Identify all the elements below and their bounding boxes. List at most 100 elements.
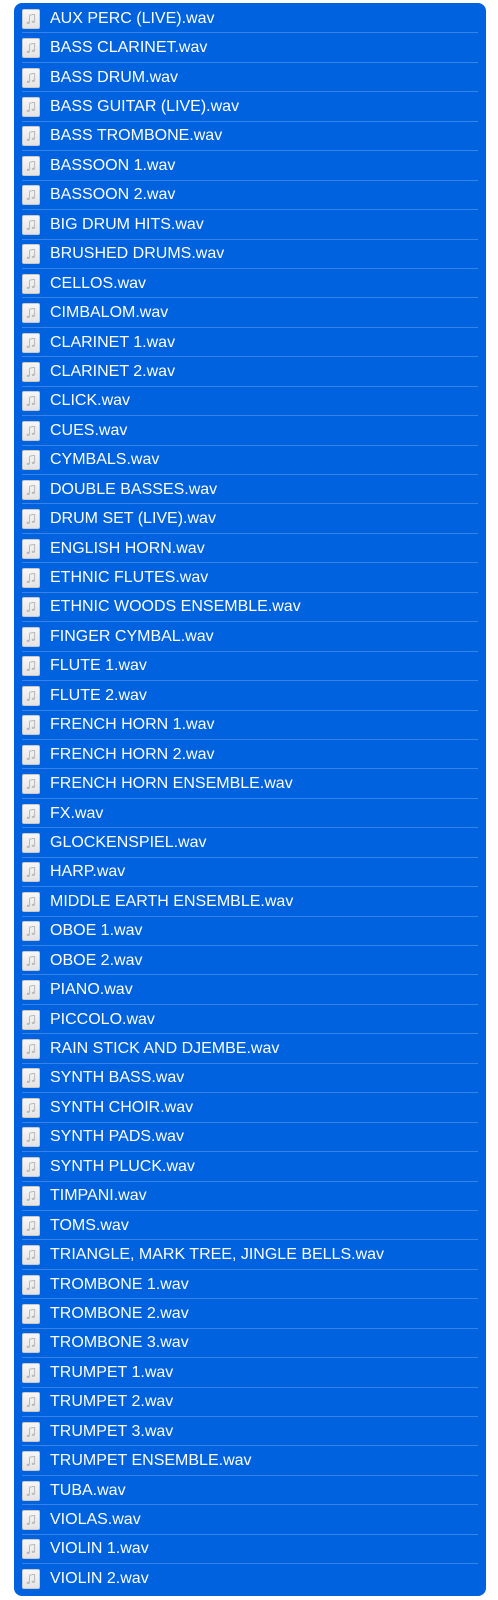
file-row[interactable]: VIOLIN 1.wav (14, 1535, 486, 1565)
file-name: TOMS.wav (50, 1216, 129, 1234)
file-row[interactable]: PICCOLO.wav (14, 1005, 486, 1035)
file-name: BASSOON 1.wav (50, 156, 176, 174)
file-row[interactable]: SYNTH PADS.wav (14, 1123, 486, 1153)
file-row[interactable]: BRUSHED DRUMS.wav (14, 240, 486, 270)
audio-file-icon (22, 420, 40, 441)
file-row[interactable]: AUX PERC (LIVE).wav (14, 4, 486, 34)
file-row[interactable]: BASS GUITAR (LIVE).wav (14, 92, 486, 123)
file-row[interactable]: GLOCKENSPIEL.wav (14, 828, 486, 859)
file-name: ENGLISH HORN.wav (50, 539, 205, 557)
audio-file-icon (22, 1568, 40, 1589)
file-row[interactable]: DOUBLE BASSES.wav (14, 475, 486, 505)
file-row[interactable]: OBOE 2.wav (14, 946, 486, 976)
file-row[interactable]: CLARINET 2.wav (14, 357, 486, 388)
file-row[interactable]: TRUMPET ENSEMBLE.wav (14, 1446, 486, 1477)
file-row[interactable]: TRUMPET 3.wav (14, 1417, 486, 1447)
file-row[interactable]: TRUMPET 1.wav (14, 1358, 486, 1389)
audio-file-icon (22, 303, 40, 324)
file-row[interactable]: CLARINET 1.wav (14, 328, 486, 358)
audio-file-icon (22, 1068, 40, 1089)
file-row[interactable]: VIOLAS.wav (14, 1505, 486, 1536)
file-row[interactable]: BASSOON 2.wav (14, 181, 486, 211)
audio-file-icon (22, 832, 40, 853)
file-name: TRIANGLE, MARK TREE, JINGLE BELLS.wav (50, 1246, 385, 1264)
audio-file-icon (22, 361, 40, 382)
file-row[interactable]: PIANO.wav (14, 975, 486, 1006)
file-row[interactable]: RAIN STICK AND DJEMBE.wav (14, 1034, 486, 1065)
file-row[interactable]: SYNTH PLUCK.wav (14, 1152, 486, 1182)
file-name: CLICK.wav (50, 392, 131, 410)
audio-file-icon (22, 185, 40, 206)
file-row[interactable]: BASSOON 1.wav (14, 151, 486, 182)
file-row[interactable]: TRIANGLE, MARK TREE, JINGLE BELLS.wav (14, 1240, 486, 1271)
file-row[interactable]: OBOE 1.wav (14, 917, 486, 947)
audio-file-icon (22, 1333, 40, 1354)
audio-file-icon (22, 1274, 40, 1295)
file-row[interactable]: FX.wav (14, 799, 486, 829)
file-name: CYMBALS.wav (50, 451, 160, 469)
audio-file-icon (22, 1127, 40, 1148)
file-row[interactable]: TROMBONE 3.wav (14, 1329, 486, 1359)
file-name: ETHNIC WOODS ENSEMBLE.wav (50, 598, 301, 616)
file-row[interactable]: CELLOS.wav (14, 269, 486, 299)
file-name: TRUMPET 3.wav (50, 1422, 174, 1440)
file-row[interactable]: FRENCH HORN 2.wav (14, 740, 486, 770)
file-row[interactable]: CLICK.wav (14, 387, 486, 417)
file-name: CELLOS.wav (50, 274, 147, 292)
file-row[interactable]: FRENCH HORN ENSEMBLE.wav (14, 769, 486, 800)
file-name: VIOLIN 2.wav (50, 1569, 149, 1587)
file-row[interactable]: DRUM SET (LIVE).wav (14, 504, 486, 535)
audio-file-icon (22, 1215, 40, 1236)
audio-file-icon (22, 214, 40, 235)
audio-file-icon (22, 155, 40, 176)
file-row[interactable]: FINGER CYMBAL.wav (14, 622, 486, 653)
file-name: OBOE 2.wav (50, 951, 143, 969)
file-row[interactable]: TIMPANI.wav (14, 1182, 486, 1212)
file-row[interactable]: MIDDLE EARTH ENSEMBLE.wav (14, 887, 486, 918)
audio-file-icon (22, 950, 40, 971)
file-row[interactable]: FLUTE 2.wav (14, 681, 486, 711)
file-row[interactable]: CYMBALS.wav (14, 446, 486, 476)
file-row[interactable]: ENGLISH HORN.wav (14, 534, 486, 564)
file-name: FRENCH HORN 1.wav (50, 716, 215, 734)
audio-file-icon (22, 803, 40, 824)
file-name: BASS CLARINET.wav (50, 39, 208, 57)
file-name: TRUMPET ENSEMBLE.wav (50, 1452, 252, 1470)
file-row[interactable]: BASS DRUM.wav (14, 63, 486, 93)
audio-file-icon (22, 126, 40, 147)
file-row[interactable]: TOMS.wav (14, 1211, 486, 1241)
file-name: SYNTH CHOIR.wav (50, 1098, 194, 1116)
file-name: SYNTH BASS.wav (50, 1069, 185, 1087)
file-row[interactable]: BASS TROMBONE.wav (14, 122, 486, 152)
file-row[interactable]: ETHNIC WOODS ENSEMBLE.wav (14, 593, 486, 623)
file-row[interactable]: CUES.wav (14, 416, 486, 447)
file-row[interactable]: FLUTE 1.wav (14, 652, 486, 682)
audio-file-icon (22, 597, 40, 618)
file-row[interactable]: SYNTH CHOIR.wav (14, 1093, 486, 1124)
audio-file-icon (22, 273, 40, 294)
audio-file-icon (22, 1245, 40, 1266)
file-name: RAIN STICK AND DJEMBE.wav (50, 1040, 280, 1058)
file-row[interactable]: BASS CLARINET.wav (14, 33, 486, 64)
file-name: TRUMPET 2.wav (50, 1393, 174, 1411)
file-name: CIMBALOM.wav (50, 304, 169, 322)
audio-file-icon (22, 38, 40, 59)
file-name: MIDDLE EARTH ENSEMBLE.wav (50, 892, 294, 910)
audio-file-icon (22, 1039, 40, 1060)
file-row[interactable]: TROMBONE 2.wav (14, 1299, 486, 1330)
file-name: CUES.wav (50, 421, 128, 439)
file-name: TROMBONE 3.wav (50, 1334, 189, 1352)
file-row[interactable]: FRENCH HORN 1.wav (14, 711, 486, 741)
file-row[interactable]: CIMBALOM.wav (14, 298, 486, 329)
file-row[interactable]: VIOLIN 2.wav (14, 1564, 486, 1593)
file-row[interactable]: TUBA.wav (14, 1476, 486, 1506)
file-name: BASS GUITAR (LIVE).wav (50, 98, 240, 116)
file-row[interactable]: SYNTH BASS.wav (14, 1064, 486, 1094)
file-row[interactable]: ETHNIC FLUTES.wav (14, 563, 486, 594)
audio-file-icon (22, 97, 40, 118)
file-row[interactable]: HARP.wav (14, 858, 486, 888)
file-row[interactable]: BIG DRUM HITS.wav (14, 210, 486, 240)
file-list: AUX PERC (LIVE).wav BASS CLARINET.wav BASS… (14, 3, 486, 1594)
file-row[interactable]: TROMBONE 1.wav (14, 1270, 486, 1300)
file-row[interactable]: TRUMPET 2.wav (14, 1388, 486, 1418)
